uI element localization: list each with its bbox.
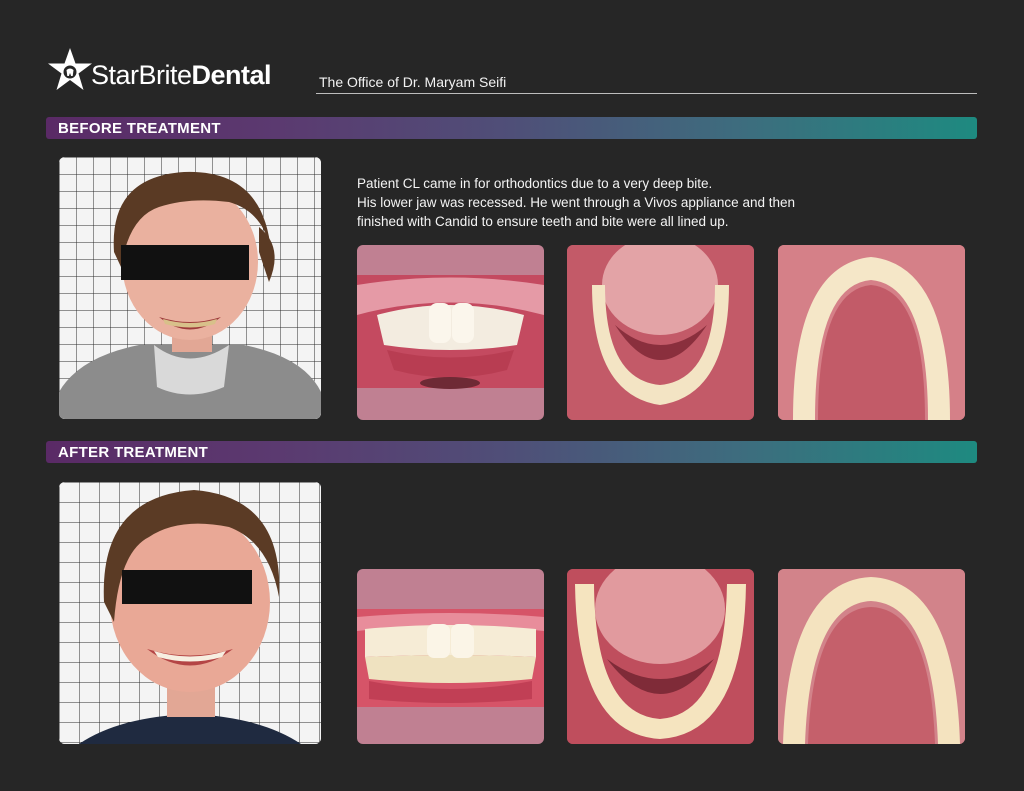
brand-name: StarBriteDental <box>91 60 272 91</box>
after-treatment-heading: AFTER TREATMENT <box>58 444 209 461</box>
after-portrait-photo <box>59 482 321 744</box>
office-name: The Office of Dr. Maryam Seifi <box>319 74 507 90</box>
description-line: finished with Candid to ensure teeth and… <box>357 214 729 229</box>
after-lower-arch-photo <box>567 569 754 744</box>
description-line: His lower jaw was recessed. He went thro… <box>357 195 795 210</box>
before-treatment-band: BEFORE TREATMENT <box>46 117 977 139</box>
star-logo-icon <box>48 48 92 90</box>
description-line: Patient CL came in for orthodontics due … <box>357 176 713 191</box>
before-treatment-heading: BEFORE TREATMENT <box>58 120 221 137</box>
after-front-teeth-photo <box>357 569 544 744</box>
before-upper-arch-photo <box>778 245 965 420</box>
brand-name-starbrite: StarBrite <box>91 60 192 90</box>
header-rule <box>316 93 977 94</box>
before-portrait-photo <box>59 157 321 419</box>
case-description: Patient CL came in for orthodontics due … <box>357 174 877 231</box>
logo <box>46 46 94 94</box>
after-treatment-band: AFTER TREATMENT <box>46 441 977 463</box>
after-upper-arch-photo <box>778 569 965 744</box>
before-front-teeth-photo <box>357 245 544 420</box>
brand-name-dental: Dental <box>191 60 272 90</box>
before-lower-arch-photo <box>567 245 754 420</box>
